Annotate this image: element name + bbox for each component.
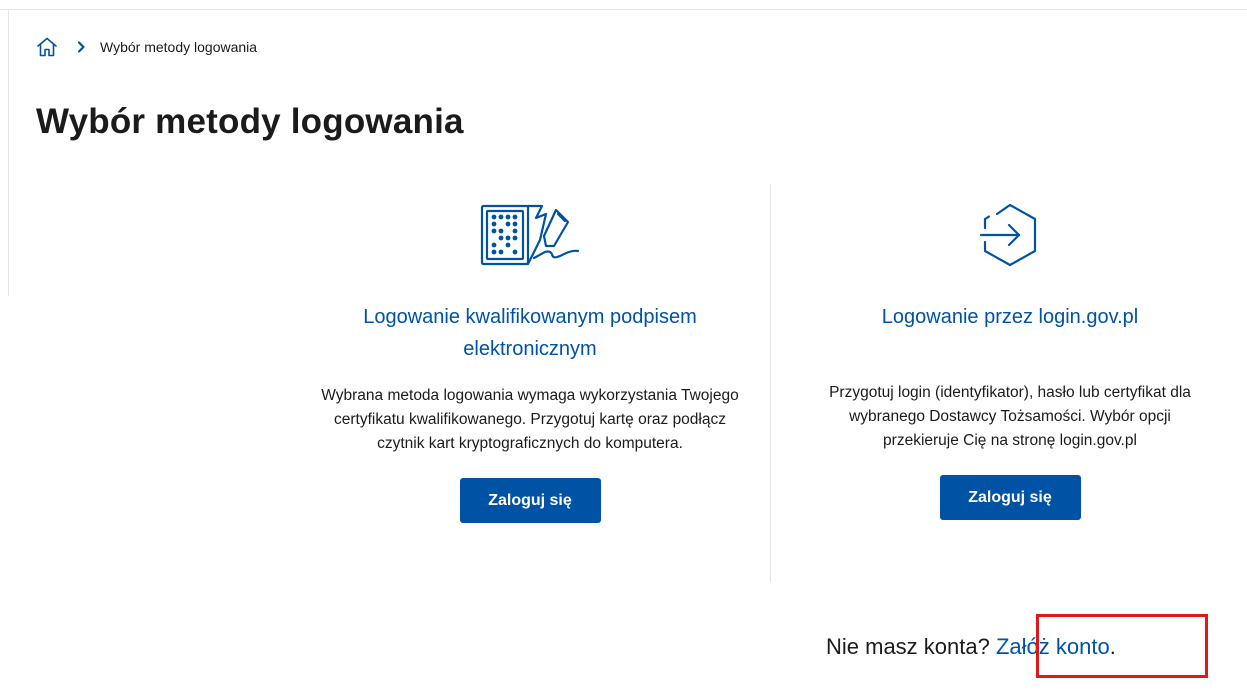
login-gov-login-button[interactable]: Zaloguj się [939,475,1081,520]
left-border [8,10,9,296]
qualified-signature-title-link[interactable]: Logowanie kwalifikowanym podpisem elektr… [318,301,742,365]
register-prompt: Nie masz konta? Załóż konto. [826,634,1116,660]
method-card-qualified-signature: Logowanie kwalifikowanym podpisem elektr… [318,200,742,523]
column-divider [770,184,771,582]
register-link[interactable]: Załóż konto [996,634,1110,659]
qualified-signature-login-button[interactable]: Zaloguj się [459,478,601,523]
qualified-signature-description: Wybrana metoda logowania wymaga wykorzys… [321,387,739,452]
login-gov-button-wrapper: Zaloguj się [800,475,1220,520]
register-suffix: . [1109,634,1116,659]
top-border [0,0,1247,10]
page-title: Wybór metody logowania [36,102,464,141]
breadcrumb-current: Wybór metody logowania [100,39,258,55]
login-gov-title-link[interactable]: Logowanie przez login.gov.pl [800,301,1220,333]
chevron-right-icon [76,40,86,54]
qualified-signature-button-wrapper: Zaloguj się [318,478,742,523]
login-gov-description: Przygotuj login (identyfikator), hasło l… [829,384,1191,449]
breadcrumb: Wybór metody logowania [36,35,257,59]
method-card-login-gov: Logowanie przez login.gov.pl Przygotuj l… [800,200,1220,520]
register-prompt-text: Nie masz konta? [826,634,996,659]
home-icon[interactable] [36,36,58,58]
qualified-signature-icon [318,200,742,275]
login-arrow-icon [800,200,1220,275]
